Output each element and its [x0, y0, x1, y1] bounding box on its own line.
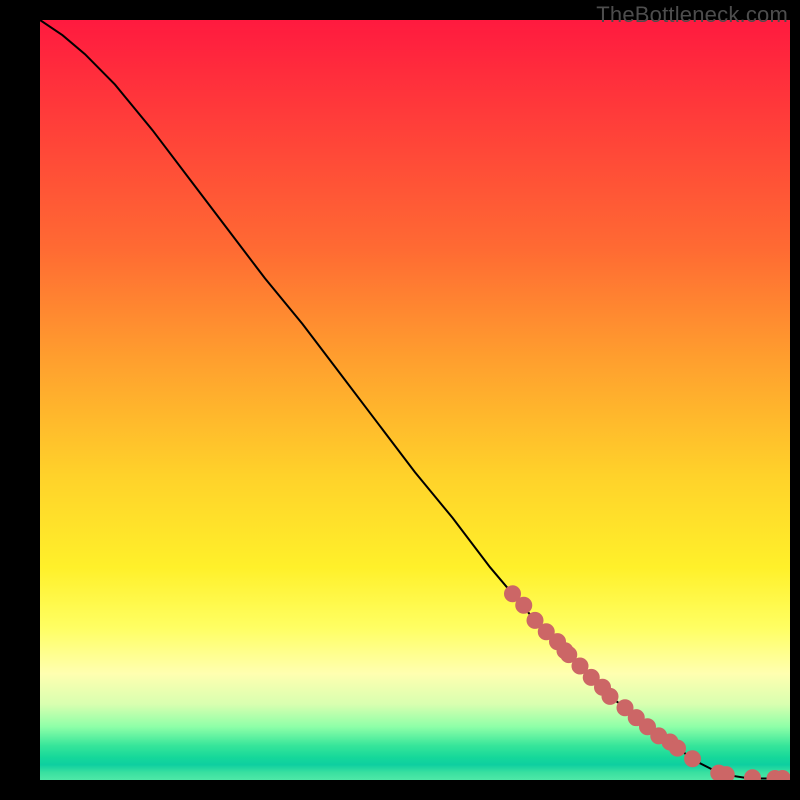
data-marker [583, 669, 599, 685]
data-marker [561, 647, 577, 663]
data-marker [745, 770, 761, 780]
curve-layer [40, 20, 790, 780]
bottleneck-curve [40, 20, 790, 778]
data-marker [602, 688, 618, 704]
data-marker [516, 597, 532, 613]
data-marker [527, 612, 543, 628]
data-marker [628, 710, 644, 726]
data-marker [662, 734, 678, 750]
data-marker [572, 658, 588, 674]
data-marker [685, 751, 701, 767]
data-marker [505, 586, 521, 602]
chart-frame: TheBottleneck.com [0, 0, 800, 800]
data-marker [670, 740, 686, 756]
marker-group [505, 586, 791, 780]
data-marker [538, 624, 554, 640]
data-marker [711, 765, 727, 780]
data-marker [651, 728, 667, 744]
data-marker [617, 700, 633, 716]
watermark-text: TheBottleneck.com [596, 2, 788, 28]
data-marker [775, 770, 791, 780]
data-marker [718, 767, 734, 780]
data-marker [767, 770, 783, 780]
data-marker [557, 643, 573, 659]
data-marker [595, 679, 611, 695]
plot-area [40, 20, 790, 780]
data-marker [550, 634, 566, 650]
data-marker [640, 719, 656, 735]
